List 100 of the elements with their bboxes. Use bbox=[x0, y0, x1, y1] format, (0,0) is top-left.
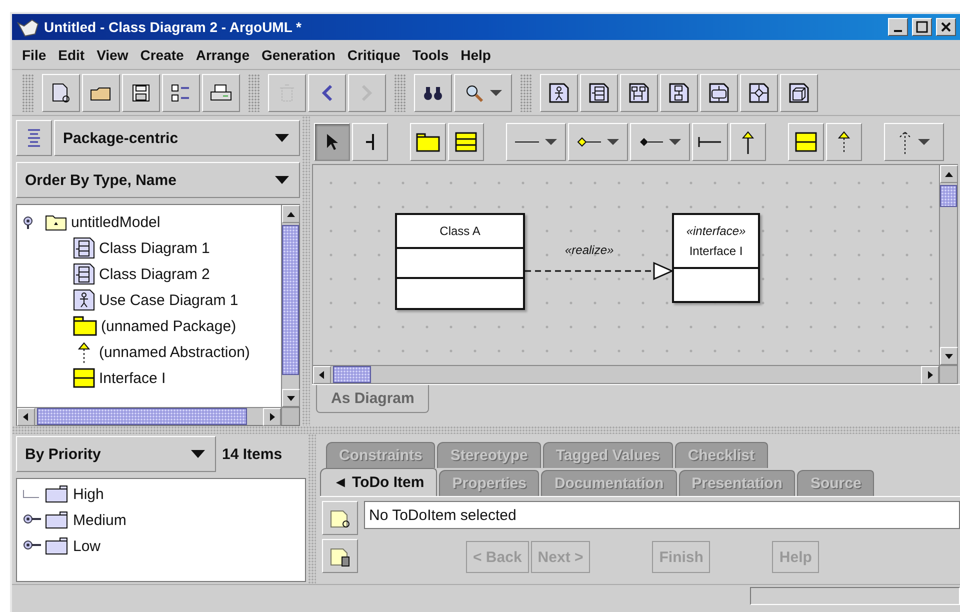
toolbar-button[interactable] bbox=[700, 74, 738, 112]
horizontal-scrollbar[interactable] bbox=[17, 407, 281, 425]
scroll-arrow-button[interactable] bbox=[282, 389, 300, 407]
toolbar-grip[interactable] bbox=[394, 74, 406, 112]
menu-item[interactable]: Help bbox=[454, 42, 497, 66]
diagram-tool-button[interactable] bbox=[884, 123, 944, 161]
diagram-tool-button[interactable] bbox=[352, 123, 388, 161]
delete-todo-button[interactable] bbox=[322, 539, 358, 573]
scroll-arrow-button[interactable] bbox=[940, 165, 958, 183]
scroll-arrow-button[interactable] bbox=[940, 347, 958, 365]
toolbar-button[interactable] bbox=[414, 74, 452, 112]
menu-item[interactable]: File bbox=[16, 42, 52, 66]
scroll-arrow-button[interactable] bbox=[17, 408, 35, 426]
edge-label: «realize» bbox=[565, 243, 614, 257]
tree-item[interactable]: Use Case Diagram 1 bbox=[21, 287, 277, 313]
close-button[interactable] bbox=[936, 18, 956, 36]
toolbar-grip[interactable] bbox=[248, 74, 260, 112]
toolbar-button[interactable] bbox=[780, 74, 818, 112]
cube-icon bbox=[787, 80, 811, 104]
toolbar-button[interactable] bbox=[122, 74, 160, 112]
printer-icon bbox=[210, 84, 232, 102]
toolbar-button[interactable] bbox=[162, 74, 200, 112]
item-count: 14 Items bbox=[221, 446, 284, 462]
message-field[interactable]: No ToDoItem selected bbox=[364, 501, 960, 529]
scroll-arrow-button[interactable] bbox=[263, 408, 281, 426]
dashed-arrow-up-icon bbox=[837, 130, 851, 154]
scroll-thumb[interactable] bbox=[333, 366, 371, 383]
grouping-dropdown[interactable]: By Priority bbox=[16, 436, 216, 472]
toolbar-button[interactable] bbox=[620, 74, 658, 112]
toolbar-button[interactable] bbox=[308, 74, 346, 112]
perspective-dropdown[interactable]: Package-centric bbox=[54, 120, 300, 156]
interface-icon bbox=[795, 132, 817, 152]
tree-item[interactable]: Low bbox=[23, 533, 299, 559]
tree-item[interactable]: Medium bbox=[23, 507, 299, 533]
stick-figure-icon bbox=[73, 289, 95, 311]
toolbar-grip[interactable] bbox=[22, 74, 34, 112]
scroll-thumb[interactable] bbox=[37, 408, 247, 425]
folder-icon bbox=[45, 510, 69, 530]
tree-item[interactable]: High bbox=[23, 481, 299, 507]
horizontal-scrollbar[interactable] bbox=[313, 365, 939, 383]
toolbar-button[interactable] bbox=[660, 74, 698, 112]
class-icon bbox=[455, 132, 477, 152]
diagram-tool-button[interactable] bbox=[826, 123, 862, 161]
state-diagram-icon bbox=[667, 80, 691, 104]
arrow-up-icon bbox=[741, 130, 755, 154]
diagram-tool-button[interactable] bbox=[448, 123, 484, 161]
toolbar-button[interactable] bbox=[580, 74, 618, 112]
tree-item[interactable]: Class Diagram 2 bbox=[21, 261, 277, 287]
stereotype-label: «interface» bbox=[686, 224, 746, 238]
scroll-arrow-button[interactable] bbox=[921, 366, 939, 384]
diagram-tool-button[interactable] bbox=[730, 123, 766, 161]
toolbar-button[interactable] bbox=[42, 74, 80, 112]
tree-line-icon bbox=[23, 490, 39, 498]
menu-item[interactable]: Generation bbox=[256, 42, 342, 66]
new-todo-button[interactable] bbox=[322, 501, 358, 535]
caret-icon bbox=[669, 139, 681, 145]
view-tab[interactable]: As Diagram bbox=[316, 385, 430, 413]
maximize-button[interactable] bbox=[912, 18, 932, 36]
folder-icon bbox=[45, 484, 69, 504]
tree-item[interactable]: untitledModel bbox=[21, 209, 277, 235]
menu-item[interactable]: Critique bbox=[341, 42, 406, 66]
menu-item[interactable]: Create bbox=[134, 42, 190, 66]
folder-icon bbox=[45, 536, 69, 556]
perspective-button[interactable] bbox=[16, 120, 52, 156]
close-icon bbox=[941, 22, 951, 32]
scroll-arrow-button[interactable] bbox=[282, 205, 300, 223]
order-dropdown[interactable]: Order By Type, Name bbox=[16, 162, 300, 198]
toolbar-grip[interactable] bbox=[520, 74, 532, 112]
tree-item[interactable]: Interface I bbox=[21, 365, 277, 391]
details-tab[interactable]: ◄ ToDo Item bbox=[320, 468, 438, 496]
tree-item[interactable]: (unnamed Abstraction) bbox=[21, 339, 277, 365]
toolbar-button[interactable] bbox=[82, 74, 120, 112]
sequence-diagram-icon bbox=[627, 80, 651, 104]
diagram-tool-button[interactable] bbox=[506, 123, 566, 161]
menu-item[interactable]: Tools bbox=[406, 42, 455, 66]
diagram-tool-button[interactable] bbox=[568, 123, 628, 161]
diagram-tool-button[interactable] bbox=[314, 123, 350, 161]
scroll-thumb[interactable] bbox=[940, 185, 957, 207]
vertical-scrollbar[interactable] bbox=[281, 205, 299, 407]
minimize-button[interactable] bbox=[888, 18, 908, 36]
diagram-tool-button[interactable] bbox=[788, 123, 824, 161]
diagram-tool-button[interactable] bbox=[410, 123, 446, 161]
toolbar-button[interactable] bbox=[540, 74, 578, 112]
vertical-scrollbar[interactable] bbox=[939, 165, 957, 365]
diagram-tool-button[interactable] bbox=[692, 123, 728, 161]
toolbar-button[interactable] bbox=[202, 74, 240, 112]
window-title: Untitled - Class Diagram 2 - ArgoUML * bbox=[44, 19, 302, 35]
scroll-thumb[interactable] bbox=[282, 225, 299, 375]
tree-item[interactable]: Class Diagram 1 bbox=[21, 235, 277, 261]
interface-icon bbox=[73, 368, 95, 388]
scroll-arrow-button[interactable] bbox=[313, 366, 331, 384]
menu-item[interactable]: Edit bbox=[52, 42, 91, 66]
toolbar-button[interactable] bbox=[740, 74, 778, 112]
menu-item[interactable]: View bbox=[90, 42, 134, 66]
diagram-tool-button[interactable] bbox=[630, 123, 690, 161]
class-diagram-icon bbox=[73, 263, 95, 285]
tree-item[interactable]: (unnamed Package) bbox=[21, 313, 277, 339]
toolbar-button[interactable] bbox=[454, 74, 512, 112]
cursor-bar-icon bbox=[364, 132, 376, 152]
menu-item[interactable]: Arrange bbox=[190, 42, 256, 66]
